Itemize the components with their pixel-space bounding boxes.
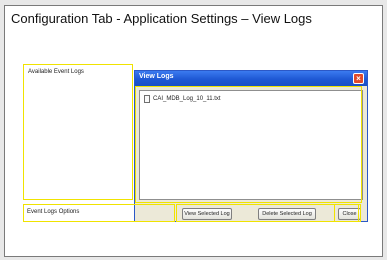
dialog-titlebar[interactable]: View Logs × xyxy=(135,71,367,86)
slide-title: Configuration Tab - Application Settings… xyxy=(11,11,312,26)
available-event-logs-highlight xyxy=(23,64,133,200)
event-list-highlight xyxy=(135,86,362,203)
close-icon[interactable]: × xyxy=(353,73,364,84)
dialog-title: View Logs xyxy=(139,73,174,80)
available-event-logs-label: Available Event Logs xyxy=(28,69,84,75)
event-logs-options-label: Event Logs Options xyxy=(27,209,80,215)
close-button-highlight xyxy=(334,204,361,222)
option-buttons-highlight xyxy=(176,204,359,222)
